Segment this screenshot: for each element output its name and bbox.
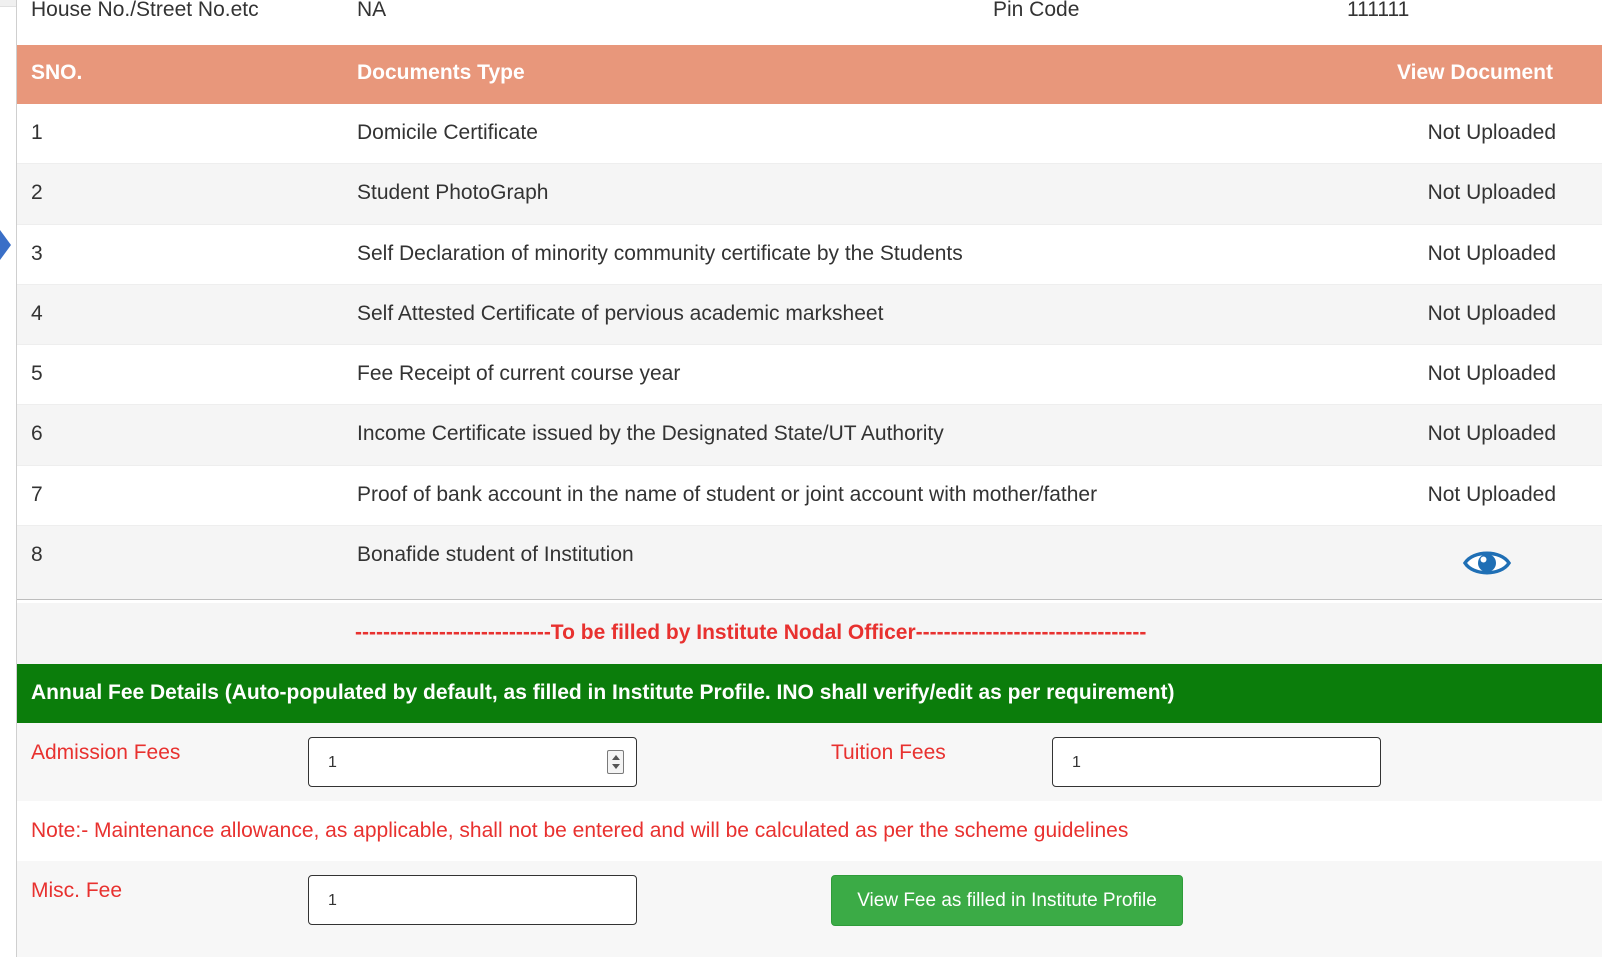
number-spinner-icon[interactable] [607, 750, 624, 774]
table-row: 4 Self Attested Certificate of pervious … [17, 284, 1602, 346]
row-document-type: Income Certificate issued by the Designa… [357, 422, 944, 446]
cursor-pointer-icon [0, 230, 11, 260]
divider-text: ----------------------------To be filled… [355, 621, 1147, 644]
fee-row-admission-tuition: Admission Fees 1 Tuition Fees 1 [17, 723, 1602, 801]
header-documents-type: Documents Type [357, 61, 525, 84]
misc-fee-value: 1 [328, 892, 337, 909]
row-sno: 5 [31, 362, 43, 386]
pin-code-value: 111111 [1347, 0, 1410, 21]
tuition-fees-input[interactable]: 1 [1052, 737, 1381, 787]
row-sno: 1 [31, 121, 43, 144]
row-sno: 4 [31, 301, 43, 325]
row-status: Not Uploaded [1427, 181, 1556, 205]
documents-table-header: SNO. Documents Type View Document [17, 45, 1602, 104]
row-sno: 6 [31, 422, 43, 446]
row-status: Not Uploaded [1427, 482, 1556, 506]
row-status: Not Uploaded [1427, 301, 1556, 325]
tuition-fees-value: 1 [1072, 754, 1081, 771]
row-sno: 7 [31, 482, 43, 506]
row-document-type: Self Declaration of minority community c… [357, 241, 963, 265]
row-document-type: Bonafide student of Institution [357, 543, 634, 567]
table-row: 3 Self Declaration of minority community… [17, 224, 1602, 285]
row-status: Not Uploaded [1427, 422, 1556, 446]
row-document-type: Student PhotoGraph [357, 181, 549, 205]
documents-table-body: 1 Domicile Certificate Not Uploaded 2 St… [17, 104, 1602, 601]
admission-fees-value: 1 [328, 754, 337, 771]
misc-fee-label: Misc. Fee [31, 879, 123, 902]
house-value: NA [357, 0, 387, 21]
row-document-type: Fee Receipt of current course year [357, 362, 681, 386]
maintenance-note: Note:- Maintenance allowance, as applica… [31, 819, 1129, 842]
row-document-type: Self Attested Certificate of pervious ac… [357, 301, 884, 325]
table-row: 1 Domicile Certificate Not Uploaded [17, 104, 1602, 165]
row-status: Not Uploaded [1427, 241, 1556, 265]
table-row: 5 Fee Receipt of current course year Not… [17, 345, 1602, 406]
row-sno: 8 [31, 543, 43, 567]
pin-code-label: Pin Code [993, 0, 1080, 21]
student-application-panel: House No./Street No.etc NA Pin Code 1111… [16, 0, 1602, 957]
view-fee-button[interactable]: View Fee as filled in Institute Profile [831, 875, 1183, 926]
header-sno: SNO. [31, 61, 83, 84]
table-row: 7 Proof of bank account in the name of s… [17, 465, 1602, 527]
table-row: 8 Bonafide student of Institution [17, 526, 1602, 601]
header-view-document: View Document [1397, 61, 1553, 84]
row-sno: 2 [31, 181, 43, 205]
row-status: Not Uploaded [1427, 362, 1556, 386]
fee-row-misc: Misc. Fee 1 View Fee as filled in Instit… [17, 861, 1602, 957]
annual-fee-header: Annual Fee Details (Auto-populated by de… [17, 664, 1602, 723]
annual-fee-heading: Annual Fee Details (Auto-populated by de… [31, 681, 1175, 704]
table-row: 2 Student PhotoGraph Not Uploaded [17, 164, 1602, 225]
address-row: House No./Street No.etc NA Pin Code 1111… [17, 0, 1602, 45]
eye-icon[interactable] [1463, 546, 1511, 580]
row-document-type: Proof of bank account in the name of stu… [357, 482, 1098, 506]
admission-fees-input[interactable]: 1 [308, 737, 637, 787]
table-row: 6 Income Certificate issued by the Desig… [17, 405, 1602, 466]
row-sno: 3 [31, 241, 43, 265]
row-document-type: Domicile Certificate [357, 121, 538, 144]
maintenance-note-row: Note:- Maintenance allowance, as applica… [17, 801, 1602, 861]
misc-fee-input[interactable]: 1 [308, 875, 637, 925]
row-status: Not Uploaded [1427, 121, 1556, 144]
house-label: House No./Street No.etc [31, 0, 259, 21]
nodal-officer-divider: ----------------------------To be filled… [17, 603, 1602, 664]
admission-fees-label: Admission Fees [31, 741, 181, 764]
tuition-fees-label: Tuition Fees [831, 741, 946, 764]
